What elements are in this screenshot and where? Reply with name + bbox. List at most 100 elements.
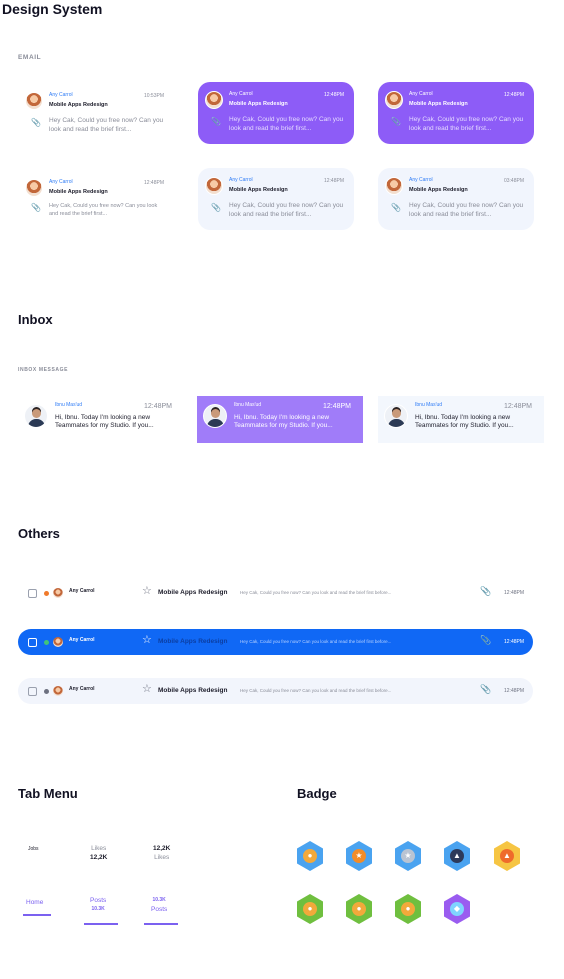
sender-name: Ibnu Mas'ud — [415, 402, 443, 408]
tab-jobs[interactable]: Jobs — [28, 846, 39, 852]
email-subject: Mobile Apps Redesign — [409, 101, 468, 107]
tab-count: 12,2K — [153, 845, 171, 852]
diamond-icon: ◆ — [444, 894, 470, 924]
email-time: 12:48PM — [323, 92, 344, 98]
sender-name: Any Carrol — [409, 91, 433, 97]
status-dot — [44, 689, 49, 694]
tab-posts[interactable]: Posts 10.3K — [90, 897, 106, 912]
row-checkbox[interactable] — [28, 687, 37, 696]
email-subject: Mobile Apps Redesign — [409, 187, 468, 193]
message-preview: Hi, Ibnu. Today I'm looking a new Teamma… — [234, 414, 333, 430]
email-card[interactable]: Any Carrol Mobile Apps Redesign 03:48PM … — [378, 168, 534, 230]
tab-label: Likes — [154, 854, 170, 861]
avatar — [25, 92, 43, 110]
email-time: 10:53PM — [143, 93, 164, 99]
message-preview: Hi, Ibnu. Today I'm looking a new Teamma… — [415, 414, 514, 430]
row-checkbox[interactable] — [28, 589, 37, 598]
mail-subject: Mobile Apps Redesign — [158, 638, 228, 645]
mail-subject: Mobile Apps Redesign — [158, 687, 228, 694]
star-icon[interactable]: ☆ — [142, 635, 152, 646]
email-preview: Hey Cak, Could you free now? Can you loo… — [229, 116, 344, 133]
inbox-card[interactable]: Ibnu Mas'ud 12:48PM Hi, Ibnu. Today I'm … — [197, 396, 363, 443]
tab-menu-title: Tab Menu — [18, 786, 78, 801]
message-time: 12:48PM — [503, 403, 532, 410]
status-dot — [44, 640, 49, 645]
email-time: 12:48PM — [323, 178, 344, 184]
avatar — [24, 404, 48, 428]
email-preview: Hey Cak, Could you free now? Can you loo… — [49, 203, 158, 217]
inbox-caption: INBOX MESSAGE — [18, 367, 69, 373]
email-preview: Hey Cak, Could you free now? Can you loo… — [409, 202, 524, 219]
email-card[interactable]: Any Carrol Mobile Apps Redesign 10:53PM … — [18, 83, 174, 145]
tab-label: Posts — [90, 897, 107, 904]
message-preview: Hi, Ibnu. Today I'm looking a new Teamma… — [55, 414, 154, 430]
graduation-cap-icon: ▲ — [444, 841, 470, 871]
tab-count: 10.3K — [152, 897, 166, 903]
email-card[interactable]: Any Carrol Mobile Apps Redesign 12:48PM … — [18, 170, 174, 232]
message-time: 12:48PM — [143, 403, 172, 410]
avatar — [205, 177, 223, 195]
sender-name: Any Carrol — [409, 177, 433, 183]
medal-gold-icon: ● — [395, 894, 421, 924]
avatar — [385, 91, 403, 109]
paperclip-icon: 📎 — [211, 117, 221, 126]
email-card[interactable]: Any Carrol Mobile Apps Redesign 12:48PM … — [198, 168, 354, 230]
avatar — [384, 404, 408, 428]
paperclip-icon: 📎 — [31, 203, 41, 212]
tab-home[interactable]: Home — [26, 899, 43, 906]
mail-preview: Hey Cak, Could you free now? Can you loo… — [240, 639, 392, 644]
email-subject: Mobile Apps Redesign — [229, 187, 288, 193]
email-time: 03:48PM — [503, 178, 524, 184]
mail-row[interactable]: Any Carrol ☆ Mobile Apps Redesign Hey Ca… — [18, 678, 533, 704]
tab-count: 10.3K — [91, 906, 105, 912]
paperclip-icon[interactable]: 📎 — [480, 587, 491, 596]
sender-name: Ibnu Mas'ud — [234, 402, 262, 408]
tab-label: Posts — [151, 906, 168, 913]
tab-likes-count[interactable]: 12,2K Likes — [153, 845, 170, 861]
star-icon[interactable]: ☆ — [142, 684, 152, 695]
medal-gold-icon: ● — [297, 894, 323, 924]
avatar — [25, 179, 43, 197]
star-icon[interactable]: ☆ — [142, 586, 152, 597]
medal-gold-icon: ● — [297, 841, 323, 871]
paperclip-icon: 📎 — [211, 203, 221, 212]
mail-row[interactable]: Any Carrol ☆ Mobile Apps Redesign Hey Ca… — [18, 580, 533, 606]
sender-name: Ibnu Mas'ud — [55, 402, 83, 408]
star-medal-icon: ★ — [346, 841, 372, 871]
inbox-title: Inbox — [18, 312, 53, 327]
email-preview: Hey Cak, Could you free now? Can you loo… — [49, 117, 164, 134]
avatar — [53, 588, 63, 598]
email-card[interactable]: Any Carrol Mobile Apps Redesign 12:48PM … — [378, 82, 534, 144]
email-preview: Hey Cak, Could you free now? Can you loo… — [409, 116, 524, 133]
mail-row[interactable]: Any Carrol ☆ Mobile Apps Redesign Hey Ca… — [18, 629, 533, 655]
sender-name: Any Carrol — [49, 179, 73, 185]
tab-likes[interactable]: Likes 12,2K — [90, 845, 107, 861]
tab-active-indicator — [144, 923, 178, 925]
email-card[interactable]: Any Carrol Mobile Apps Redesign 12:48PM … — [198, 82, 354, 144]
mail-time: 12:48PM — [504, 590, 525, 596]
inbox-card[interactable]: Ibnu Mas'ud 12:48PM Hi, Ibnu. Today I'm … — [18, 396, 184, 443]
sender-name: Any Carrol — [49, 92, 73, 98]
paperclip-icon: 📎 — [391, 117, 401, 126]
sender-name: Any Carrol — [229, 177, 253, 183]
status-dot — [44, 591, 49, 596]
inbox-card[interactable]: Ibnu Mas'ud 12:48PM Hi, Ibnu. Today I'm … — [378, 396, 544, 443]
tab-active-indicator — [23, 914, 51, 916]
row-checkbox[interactable] — [28, 638, 37, 647]
mail-subject: Mobile Apps Redesign — [158, 589, 228, 596]
message-time: 12:48PM — [322, 403, 351, 410]
sender-name: Any Carrol — [229, 91, 253, 97]
tab-posts-count[interactable]: 10.3K Posts — [151, 897, 167, 913]
fire-icon: ▲ — [494, 841, 520, 871]
sender-name: Any Carrol — [69, 686, 95, 692]
badge-title: Badge — [297, 786, 337, 801]
avatar — [385, 177, 403, 195]
paperclip-icon[interactable]: 📎 — [480, 685, 491, 694]
others-title: Others — [18, 526, 60, 541]
paperclip-icon[interactable]: 📎 — [480, 636, 491, 645]
email-caption: EMAIL — [18, 54, 42, 61]
avatar — [203, 404, 227, 428]
sender-name: Any Carrol — [69, 588, 95, 594]
email-subject: Mobile Apps Redesign — [229, 101, 288, 107]
tab-label: Jobs — [28, 846, 39, 852]
